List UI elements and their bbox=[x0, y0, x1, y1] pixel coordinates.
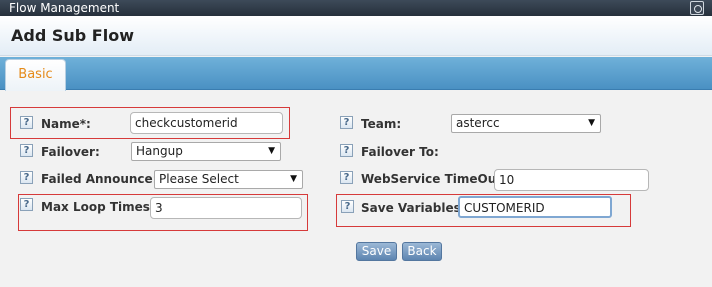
window-title: Flow Management bbox=[9, 1, 120, 15]
team-select[interactable]: astercc ▼ bbox=[451, 114, 601, 133]
page-header: Add Sub Flow bbox=[0, 16, 712, 56]
failed-announce-label: Failed Announce: bbox=[41, 172, 158, 186]
page-title: Add Sub Flow bbox=[11, 26, 134, 45]
chevron-down-icon: ▼ bbox=[588, 118, 595, 128]
failover-label: Failover: bbox=[41, 145, 100, 159]
failover-to-label: Failover To: bbox=[361, 145, 439, 159]
help-icon[interactable]: ? bbox=[340, 171, 353, 184]
chevron-down-icon: ▼ bbox=[268, 146, 275, 156]
failed-announce-select[interactable]: Please Select ▼ bbox=[154, 170, 303, 189]
back-button[interactable]: Back bbox=[402, 242, 442, 261]
team-label: Team: bbox=[361, 117, 402, 131]
failover-select-value: Hangup bbox=[136, 144, 183, 158]
help-icon[interactable]: ? bbox=[20, 144, 33, 157]
failover-select[interactable]: Hangup ▼ bbox=[131, 142, 281, 161]
save-button[interactable]: Save bbox=[356, 242, 397, 261]
help-icon[interactable]: ? bbox=[20, 171, 33, 184]
help-icon[interactable]: ? bbox=[340, 116, 353, 129]
webservice-timeout-input[interactable]: 10 bbox=[494, 169, 649, 191]
close-icon[interactable] bbox=[690, 1, 704, 15]
team-select-value: astercc bbox=[456, 116, 500, 130]
max-loop-times-label: Max Loop Times: bbox=[41, 200, 155, 214]
tab-bar: Basic bbox=[0, 57, 712, 91]
tab-basic[interactable]: Basic bbox=[5, 59, 66, 91]
help-icon[interactable]: ? bbox=[20, 116, 33, 129]
name-label: Name*: bbox=[41, 117, 91, 131]
window-titlebar: Flow Management bbox=[0, 0, 712, 16]
help-icon[interactable]: ? bbox=[340, 144, 353, 157]
help-icon[interactable]: ? bbox=[341, 200, 354, 213]
webservice-timeout-label: WebService TimeOut: bbox=[361, 172, 507, 186]
max-loop-times-input[interactable]: 3 bbox=[150, 197, 302, 219]
name-input[interactable]: checkcustomerid bbox=[130, 112, 283, 134]
help-icon[interactable]: ? bbox=[20, 198, 33, 211]
save-variables-label: Save Variables: bbox=[361, 201, 466, 215]
failed-announce-select-value: Please Select bbox=[159, 172, 239, 186]
save-variables-input[interactable]: CUSTOMERID bbox=[458, 196, 612, 218]
chevron-down-icon: ▼ bbox=[290, 174, 297, 184]
